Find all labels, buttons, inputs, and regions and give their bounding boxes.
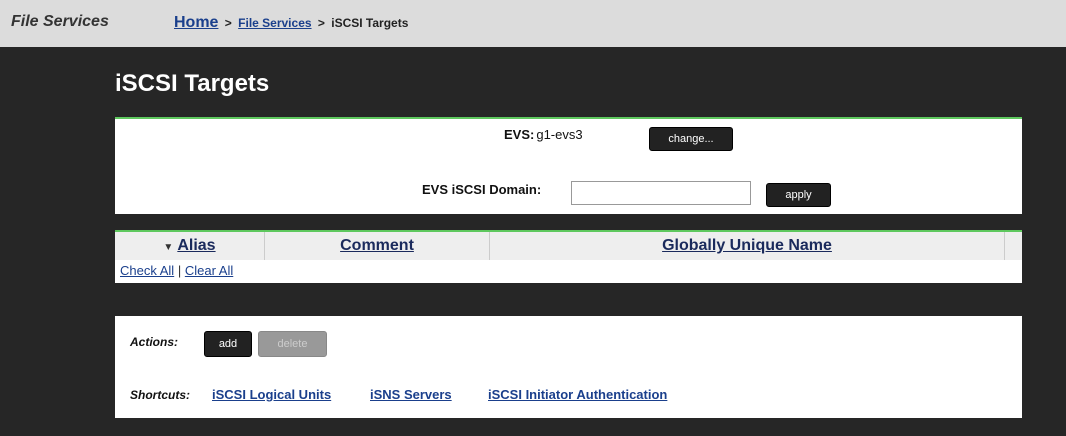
change-evs-button[interactable]: change...	[649, 127, 733, 151]
apply-button[interactable]: apply	[766, 183, 831, 207]
sort-by-guname-link[interactable]: Globally Unique Name	[662, 237, 832, 254]
breadcrumb-file-services-link[interactable]: File Services	[238, 16, 311, 30]
breadcrumb-separator: >	[224, 16, 232, 30]
column-header-comment: Comment	[265, 232, 490, 260]
check-all-link[interactable]: Check All	[120, 263, 174, 278]
shortcut-iscsi-logical-units[interactable]: iSCSI Logical Units	[212, 387, 331, 402]
table-header: ▼ Alias Comment Globally Unique Name	[115, 232, 1022, 260]
delete-button[interactable]: delete	[258, 331, 327, 357]
evs-panel: EVS: g1-evs3 change... EVS iSCSI Domain: …	[115, 117, 1022, 214]
sort-by-comment-link[interactable]: Comment	[340, 237, 414, 254]
evs-label: EVS: g1-evs3	[504, 127, 583, 142]
column-header-globally-unique-name: Globally Unique Name	[490, 232, 1005, 260]
top-bar: File Services Home > File Services > iSC…	[0, 0, 1066, 47]
add-button[interactable]: add	[204, 331, 252, 357]
selection-controls: Check All | Clear All	[120, 263, 233, 278]
page-title: iSCSI Targets	[115, 70, 270, 97]
shortcut-iscsi-initiator-authentication[interactable]: iSCSI Initiator Authentication	[488, 387, 667, 402]
shortcut-isns-servers[interactable]: iSNS Servers	[370, 387, 452, 402]
sort-descending-icon: ▼	[163, 242, 174, 253]
breadcrumb-current: iSCSI Targets	[331, 16, 409, 30]
targets-table: ▼ Alias Comment Globally Unique Name Chec…	[115, 230, 1022, 283]
breadcrumb: Home > File Services > iSCSI Targets	[174, 14, 408, 32]
actions-panel: Actions: add delete Shortcuts: iSCSI Log…	[115, 316, 1022, 418]
breadcrumb-home-link[interactable]: Home	[174, 14, 218, 31]
selection-divider: |	[177, 263, 182, 278]
evs-value: g1-evs3	[536, 127, 583, 142]
breadcrumb-separator: >	[317, 16, 325, 30]
evs-iscsi-domain-label: EVS iSCSI Domain:	[422, 182, 542, 197]
app-title: File Services	[11, 13, 109, 30]
shortcuts-label: Shortcuts:	[130, 388, 190, 402]
clear-all-link[interactable]: Clear All	[185, 263, 233, 278]
column-header-spacer	[1005, 232, 1022, 260]
sort-by-alias-link[interactable]: Alias	[177, 237, 215, 254]
actions-label: Actions:	[130, 335, 178, 349]
evs-label-text: EVS:	[504, 127, 535, 142]
column-header-alias: ▼ Alias	[115, 232, 265, 260]
evs-iscsi-domain-input[interactable]	[571, 181, 751, 205]
